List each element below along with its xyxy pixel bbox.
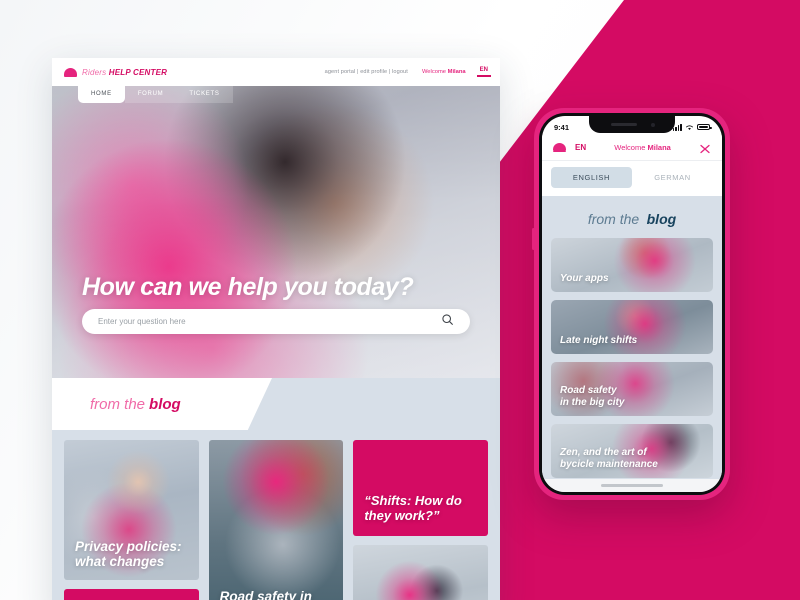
card-title: Late night shifts — [560, 334, 638, 346]
blog-card-pink-block[interactable] — [64, 589, 199, 600]
blog-card-zen[interactable]: Zen — [353, 545, 488, 600]
blog-heading-light: from the — [90, 395, 146, 413]
phone-blog-heading: from the blog — [551, 204, 713, 238]
hero-background-photo — [52, 86, 500, 378]
phone-blog-card-road-safety[interactable]: Road safety in the big city — [551, 362, 713, 416]
phone-home-indicator[interactable] — [542, 479, 722, 492]
phone-blog-card-late-night-shifts[interactable]: Late night shifts — [551, 300, 713, 354]
phone-welcome-text: Welcome Milana — [614, 143, 671, 152]
blog-card-shifts[interactable]: “Shifts: How do they work?” — [353, 440, 488, 536]
phone-welcome-username: Milana — [647, 143, 671, 152]
brand-wordmark: Riders HELP CENTER — [82, 68, 167, 77]
blog-heading-bold: blog — [149, 395, 181, 413]
card-title: Road safety in the big city — [219, 588, 312, 600]
card-title: Zen, and the art of bycicle maintenance — [560, 447, 658, 470]
hero-headline: How can we help you today? — [82, 273, 414, 301]
card-title: Road safety in the big city — [560, 385, 625, 408]
phone-blog-card-your-apps[interactable]: Your apps — [551, 238, 713, 292]
hero-content: How can we help you today? Enter your qu… — [52, 273, 500, 334]
brand-help-center: HELP CENTER — [108, 67, 168, 77]
battery-icon — [697, 123, 712, 131]
blog-column-3: “Shifts: How do they work?” Zen — [353, 440, 488, 600]
dome-logo-icon[interactable] — [553, 143, 566, 152]
phone-welcome-prefix: Welcome — [614, 143, 648, 152]
blog-column-2: Road safety in the big city — [208, 440, 344, 600]
card-image — [208, 440, 344, 600]
dome-logo-icon — [64, 67, 77, 77]
blog-card-road-safety[interactable]: Road safety in the big city — [208, 440, 344, 600]
phone-header: EN Welcome Milana — [542, 135, 722, 161]
phone-blog-heading-bold: blog — [646, 211, 677, 227]
welcome-prefix: Welcome — [421, 69, 448, 75]
tab-home[interactable]: HOME — [78, 86, 125, 103]
language-option-english[interactable]: ENGLISH — [551, 167, 632, 188]
header-right-group: agent portal | edit profile | logout Wel… — [325, 67, 492, 77]
language-selector-en[interactable]: EN — [476, 67, 492, 77]
phone-mockup: 9:41 EN Welcome Milana ENGLISH GERMAN fr… — [532, 108, 730, 500]
blog-heading: from the blog — [52, 378, 272, 430]
signal-bars-icon — [672, 123, 682, 131]
status-indicators — [672, 123, 712, 131]
close-icon[interactable] — [699, 142, 711, 154]
card-title: “Shifts: How do they work?” — [364, 493, 462, 524]
phone-language-selector[interactable]: EN — [575, 143, 586, 152]
status-time: 9:41 — [554, 122, 570, 132]
search-box[interactable]: Enter your question here — [82, 309, 470, 334]
phone-side-button[interactable] — [532, 228, 535, 250]
desktop-mockup: Riders HELP CENTER agent portal | edit p… — [52, 58, 500, 600]
welcome-username: Milana — [447, 69, 466, 75]
card-title: Privacy policies: what changes — [75, 538, 182, 570]
phone-screen: 9:41 EN Welcome Milana ENGLISH GERMAN fr… — [542, 116, 722, 492]
blog-section-banner: from the blog — [52, 378, 500, 430]
card-title: Your apps — [560, 272, 609, 284]
hero-section: How can we help you today? Enter your qu… — [52, 86, 500, 378]
tab-forum[interactable]: FORUM — [124, 86, 177, 103]
welcome-text: Welcome Milana — [422, 69, 466, 75]
search-input[interactable]: Enter your question here — [98, 317, 186, 326]
utility-links[interactable]: agent portal | edit profile | logout — [325, 69, 408, 75]
phone-blog-heading-light: from the — [587, 211, 640, 227]
desktop-header: Riders HELP CENTER agent portal | edit p… — [52, 58, 500, 86]
phone-bezel: 9:41 EN Welcome Milana ENGLISH GERMAN fr… — [539, 113, 725, 495]
language-toggle: ENGLISH GERMAN — [542, 161, 722, 196]
brand-riders: Riders — [82, 67, 107, 77]
search-icon[interactable] — [441, 313, 454, 331]
wifi-icon — [686, 124, 693, 130]
phone-blog-card-zen[interactable]: Zen, and the art of bycicle maintenance — [551, 424, 713, 478]
blog-card-privacy[interactable]: Privacy policies: what changes — [64, 440, 199, 580]
phone-content: from the blog Your apps Late night shift… — [542, 196, 722, 479]
card-image — [353, 545, 488, 600]
phone-status-bar: 9:41 — [542, 116, 722, 135]
tab-tickets[interactable]: TICKETS — [176, 86, 233, 103]
language-option-german[interactable]: GERMAN — [632, 167, 713, 188]
blog-card-grid: Privacy policies: what changes Road safe… — [52, 430, 500, 600]
blog-column-1: Privacy policies: what changes — [64, 440, 199, 600]
brand-logo[interactable]: Riders HELP CENTER — [64, 67, 167, 77]
desktop-nav-tabs: HOME FORUM TICKETS — [78, 86, 233, 103]
card-image — [64, 589, 199, 600]
